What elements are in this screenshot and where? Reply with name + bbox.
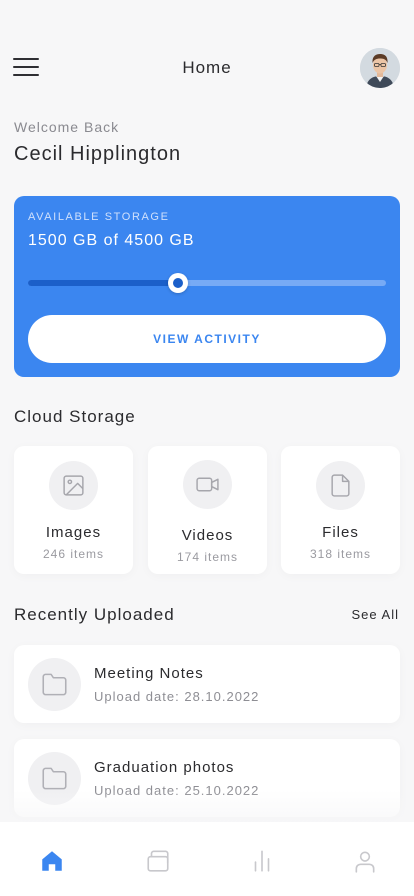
cloud-tile-files[interactable]: Files 318 items [281, 446, 400, 574]
upload-name: Graduation photos [94, 759, 235, 776]
nav-folders[interactable] [143, 846, 173, 876]
page-title: Home [182, 58, 232, 77]
bottom-nav [0, 822, 414, 896]
tile-title: Files [322, 524, 359, 541]
tile-count: 174 items [176, 550, 239, 564]
tile-title: Videos [181, 527, 234, 544]
storage-progress-fill [28, 280, 179, 286]
recently-uploaded-title: Recently Uploaded [14, 605, 175, 624]
nav-home[interactable] [37, 846, 67, 876]
nav-profile[interactable] [350, 846, 380, 876]
cloud-tile-images[interactable]: Images 246 items [14, 446, 133, 574]
slider-thumb[interactable] [168, 273, 189, 293]
folders-icon [147, 850, 169, 872]
image-icon [63, 475, 84, 496]
video-camera-icon [196, 477, 219, 492]
folder-icon [42, 673, 67, 696]
user-avatar-photo [360, 48, 400, 88]
nav-stats[interactable] [247, 846, 277, 876]
tile-count: 318 items [309, 547, 372, 561]
file-icon [331, 474, 350, 497]
storage-card: AVAILABLE STORAGE 1500 GB of 4500 GB VIE… [14, 196, 400, 377]
cloud-storage-title: Cloud Storage [14, 407, 136, 426]
upload-name: Meeting Notes [94, 665, 204, 682]
avatar[interactable] [360, 48, 400, 88]
profile-icon [355, 851, 375, 873]
folder-icon [42, 767, 67, 790]
welcome-text: Welcome Back [14, 119, 120, 135]
storage-progress-slider[interactable] [28, 273, 386, 293]
tile-title: Images [45, 524, 102, 541]
view-activity-button[interactable]: VIEW ACTIVITY [28, 315, 386, 363]
stats-icon [254, 850, 270, 872]
upload-date: Upload date: 28.10.2022 [94, 689, 260, 704]
storage-caption: AVAILABLE STORAGE [28, 211, 170, 223]
user-name: Cecil Hipplington [14, 143, 182, 165]
storage-value: 1500 GB of 4500 GB [28, 232, 195, 249]
tile-count: 246 items [42, 547, 105, 561]
list-item[interactable]: Meeting Notes Upload date: 28.10.2022 [14, 645, 400, 723]
home-icon [42, 851, 62, 871]
cloud-tile-videos[interactable]: Videos 174 items [148, 446, 267, 574]
see-all-link[interactable]: See All [352, 607, 399, 622]
home-screen: Home Welcome Back Cecil Hipplington AVAI… [0, 0, 414, 896]
